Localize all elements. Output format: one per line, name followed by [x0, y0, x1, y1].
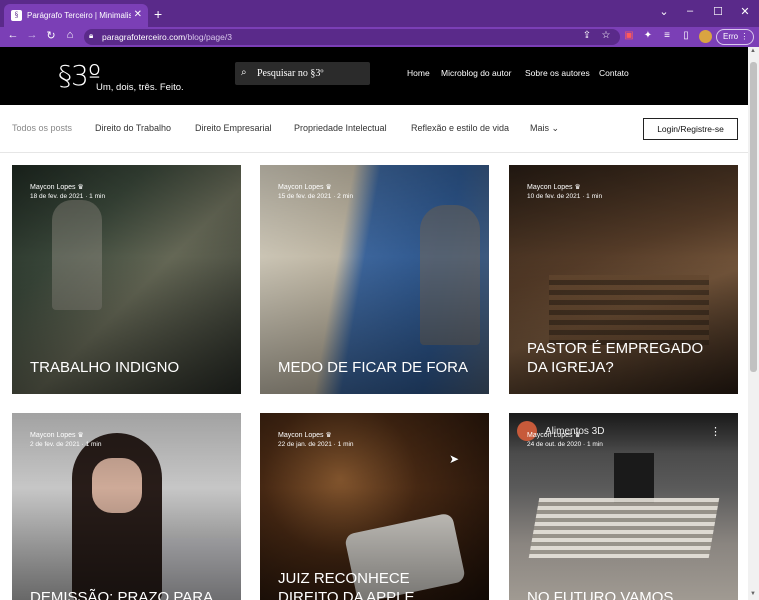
post-meta: 15 de fev. de 2021 · 2 min — [278, 193, 354, 200]
tab-title: Parágrafo Terceiro | Minimalismo — [27, 11, 131, 20]
post-meta: 2 de fev. de 2021 · 1 min — [30, 441, 102, 448]
minimize-icon[interactable]: – — [680, 5, 700, 17]
url-path: /blog/page/3 — [185, 32, 232, 42]
nav-about-authors[interactable]: Sobre os autores — [525, 68, 590, 78]
reload-icon[interactable]: ↻ — [43, 29, 59, 42]
close-tab-icon[interactable]: ✕ — [134, 9, 142, 20]
post-author[interactable]: Maycon Lopes ♛ — [30, 183, 84, 191]
post-title[interactable]: MEDO DE FICAR DE FORA — [278, 358, 473, 377]
category-nav: Todos os posts Direito do Trabalho Direi… — [0, 105, 748, 153]
crown-icon: ♛ — [325, 432, 332, 439]
address-bar[interactable]: 🔒︎ paragrafoterceiro.com/blog/page/3 — [84, 29, 620, 45]
browser-tab[interactable]: § Parágrafo Terceiro | Minimalismo ✕ — [4, 4, 148, 27]
url-host: paragrafoterceiro.com — [102, 32, 186, 42]
category-all-posts[interactable]: Todos os posts — [12, 123, 72, 133]
post-meta: 18 de fev. de 2021 · 1 min — [30, 193, 106, 200]
reading-list-icon[interactable]: ≡ — [660, 30, 674, 41]
scroll-down-icon[interactable]: ▼ — [750, 591, 756, 597]
home-icon[interactable]: ⌂ — [62, 29, 78, 41]
crown-icon: ♛ — [77, 184, 84, 191]
profile-avatar[interactable] — [699, 30, 712, 43]
browser-toolbar: ← → ↻ ⌂ 🔒︎ paragrafoterceiro.com/blog/pa… — [0, 27, 759, 47]
post-author[interactable]: Maycon Lopes ♛ — [527, 431, 581, 439]
post-card[interactable]: Maycon Lopes ♛ 10 de fev. de 2021 · 1 mi… — [509, 165, 738, 394]
side-panel-icon[interactable]: ▯ — [679, 30, 693, 41]
post-author[interactable]: Maycon Lopes ♛ — [278, 431, 332, 439]
login-button[interactable]: Login/Registre-se — [643, 118, 738, 140]
post-card[interactable]: Maycon Lopes ♛ 2 de fev. de 2021 · 1 min… — [12, 413, 241, 600]
crown-icon: ♛ — [325, 184, 332, 191]
category-labor-law[interactable]: Direito do Trabalho — [95, 123, 171, 133]
share-icon[interactable]: ⇪ — [580, 30, 594, 41]
post-card[interactable]: Maycon Lopes ♛ 15 de fev. de 2021 · 2 mi… — [260, 165, 489, 394]
post-meta: 22 de jan. de 2021 · 1 min — [278, 441, 354, 448]
maximize-icon[interactable]: ☐ — [708, 5, 728, 18]
site-logo[interactable]: §3º — [58, 59, 101, 92]
crown-icon: ♛ — [77, 432, 84, 439]
category-business-law[interactable]: Direito Empresarial — [195, 123, 272, 133]
browser-tab-bar: § Parágrafo Terceiro | Minimalismo ✕ + ⌄… — [0, 0, 759, 27]
crown-icon: ♛ — [574, 184, 581, 191]
search-placeholder: Pesquisar no §3º — [257, 68, 324, 79]
category-intellectual-property[interactable]: Propriedade Intelectual — [294, 123, 387, 133]
post-author[interactable]: Maycon Lopes ♛ — [278, 183, 332, 191]
page-scrollbar-thumb[interactable] — [750, 62, 757, 372]
nav-microblog[interactable]: Microblog do autor — [441, 68, 511, 78]
site-tagline: Um, dois, três. Feito. — [96, 82, 184, 93]
category-more-dropdown[interactable]: Mais ⌄ — [530, 123, 559, 134]
back-icon[interactable]: ← — [5, 29, 21, 41]
post-image-print-bed — [528, 498, 720, 558]
site-favicon-icon: § — [11, 10, 22, 21]
post-card[interactable]: Maycon Lopes ♛ 22 de jan. de 2021 · 1 mi… — [260, 413, 489, 600]
profile-error-button[interactable]: Erro ⋮ — [716, 29, 754, 45]
search-input[interactable]: ⌕ Pesquisar no §3º — [235, 62, 370, 85]
nav-home[interactable]: Home — [407, 68, 430, 78]
video-more-icon[interactable]: ⋮ — [710, 425, 721, 438]
nav-contact[interactable]: Contato — [599, 68, 629, 78]
forward-icon[interactable]: → — [24, 29, 40, 41]
chevron-down-icon: ⌄ — [551, 123, 560, 133]
post-meta: 24 de out. de 2020 · 1 min — [527, 441, 603, 448]
lock-icon: 🔒︎ — [89, 31, 94, 40]
new-tab-icon[interactable]: + — [154, 6, 162, 22]
post-meta: 10 de fev. de 2021 · 1 min — [527, 193, 603, 200]
category-lifestyle[interactable]: Reflexão e estilo de vida — [411, 123, 509, 133]
extension-icon[interactable]: ▣ — [622, 30, 636, 41]
site-header: §3º Um, dois, três. Feito. ⌕ Pesquisar n… — [0, 47, 748, 105]
post-author[interactable]: Maycon Lopes ♛ — [30, 431, 84, 439]
post-title[interactable]: NO FUTURO VAMOS — [527, 588, 722, 600]
post-title[interactable]: JUIZ RECONHECE DIREITO DA APPLE VENDER — [278, 569, 473, 600]
post-title[interactable]: TRABALHO INDIGNO — [30, 358, 225, 377]
close-window-icon[interactable]: ✕ — [735, 5, 755, 18]
search-icon: ⌕ — [241, 67, 247, 78]
post-image-printer-head — [614, 453, 654, 503]
post-title[interactable]: PASTOR É EMPREGADO DA IGREJA? — [527, 339, 722, 377]
post-card[interactable]: Alimentos 3D ⋮ Maycon Lopes ♛ 24 de out.… — [509, 413, 738, 600]
bookmark-star-icon[interactable]: ☆ — [599, 30, 613, 41]
tab-search-icon[interactable]: ⌄ — [654, 5, 674, 18]
mouse-cursor-icon: ➤ — [449, 452, 460, 466]
post-title[interactable]: DEMISSÃO: PRAZO PARA — [30, 588, 225, 600]
post-card[interactable]: Maycon Lopes ♛ 18 de fev. de 2021 · 1 mi… — [12, 165, 241, 394]
post-author[interactable]: Maycon Lopes ♛ — [527, 183, 581, 191]
extensions-puzzle-icon[interactable]: ✦ — [641, 30, 655, 41]
crown-icon: ♛ — [574, 432, 581, 439]
scroll-up-icon[interactable]: ▲ — [750, 48, 756, 54]
